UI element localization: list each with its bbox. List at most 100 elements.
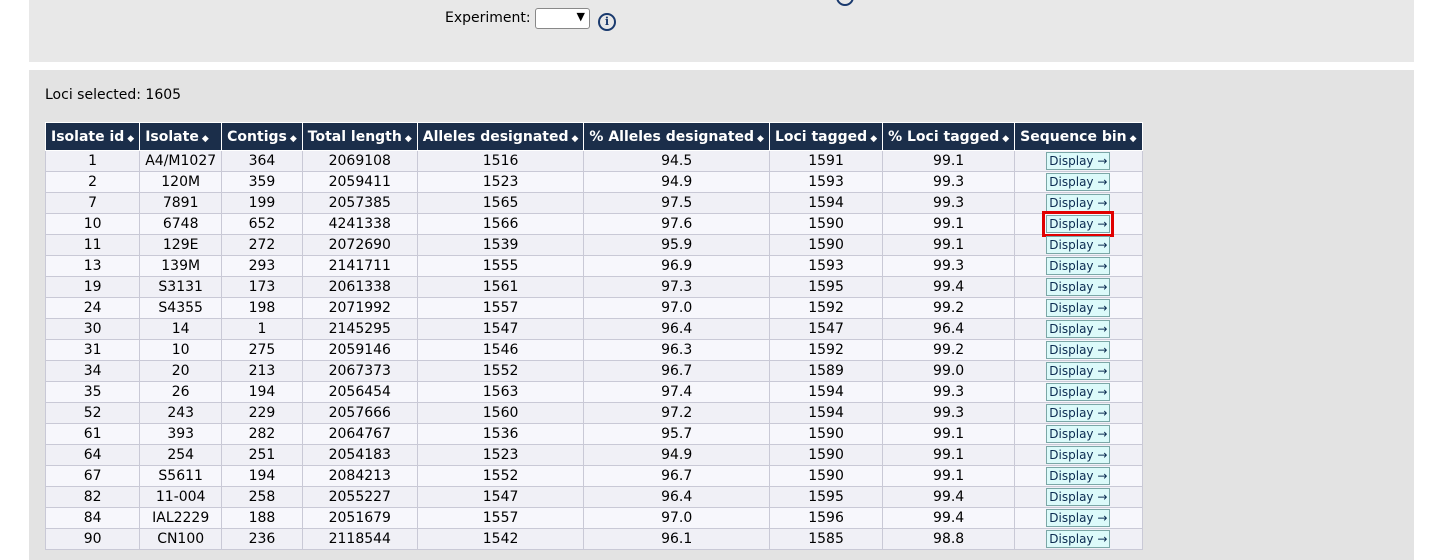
column-header-contigs[interactable]: Contigs ◆ [221, 122, 303, 151]
table-cell: 2054183 [301, 444, 418, 466]
experiment-select[interactable]: ▼ [535, 8, 590, 29]
column-header-label: Alleles designated [422, 128, 569, 145]
sort-icon[interactable]: ◆ [405, 134, 412, 144]
display-button[interactable]: Display → [1046, 467, 1111, 485]
table-cell: 1536 [416, 423, 585, 445]
sort-icon[interactable]: ◆ [290, 134, 297, 144]
display-button[interactable]: Display → [1046, 488, 1111, 506]
table-cell: 2118544 [301, 528, 418, 550]
table-cell: 194 [221, 465, 303, 487]
display-button[interactable]: Display → [1046, 530, 1111, 548]
table-cell: 35 [44, 381, 141, 403]
table-cell: 1590 [768, 234, 884, 256]
table-cell: 26 [139, 381, 223, 403]
sequence-bin-cell: Display → [1014, 276, 1143, 298]
experiment-label: Experiment: [445, 10, 531, 26]
table-cell: 1516 [416, 150, 585, 172]
sort-icon[interactable]: ◆ [127, 134, 134, 144]
table-cell: 1594 [768, 402, 884, 424]
table-cell: 97.6 [583, 213, 770, 235]
display-button[interactable]: Display → [1046, 236, 1111, 254]
table-row: 2 120M 359 2059411 1523 94.9 1593 99.3 Display → [44, 171, 1143, 193]
table-cell: 2141711 [301, 255, 418, 277]
display-button[interactable]: Display → [1046, 383, 1111, 401]
sort-icon[interactable]: ◆ [1130, 134, 1137, 144]
table-cell: 1557 [416, 297, 585, 319]
sort-icon[interactable]: ◆ [202, 134, 209, 144]
display-button[interactable]: Display → [1046, 446, 1111, 464]
display-button[interactable]: Display → [1042, 211, 1115, 237]
table-cell: 99.3 [882, 171, 1016, 193]
sequence-bin-cell: Display → [1014, 486, 1143, 508]
table-cell: 97.3 [583, 276, 770, 298]
display-button[interactable]: Display → [1046, 278, 1111, 296]
sequence-bin-cell: Display → [1014, 192, 1143, 214]
display-button[interactable]: Display → [1046, 152, 1111, 170]
table-cell: 2071992 [301, 297, 418, 319]
column-header-total-length[interactable]: Total length ◆ [301, 122, 418, 151]
table-cell: 1594 [768, 381, 884, 403]
sort-icon[interactable]: ◆ [870, 134, 877, 144]
display-button[interactable]: Display → [1046, 257, 1111, 275]
table-cell: S3131 [139, 276, 223, 298]
sort-icon[interactable]: ◆ [572, 134, 579, 144]
table-cell: 1561 [416, 276, 585, 298]
display-button[interactable]: Display → [1046, 194, 1111, 212]
table-cell: 213 [221, 360, 303, 382]
table-cell: 4241338 [301, 213, 418, 235]
column-header-isolate-id[interactable]: Isolate id ◆ [44, 122, 141, 151]
sort-icon[interactable]: ◆ [1002, 134, 1009, 144]
table-cell: 99.2 [882, 297, 1016, 319]
table-cell: 96.4 [583, 318, 770, 340]
display-button[interactable]: Display → [1046, 173, 1111, 191]
table-cell: 96.4 [583, 486, 770, 508]
display-button[interactable]: Display → [1046, 341, 1111, 359]
table-cell: 7891 [139, 192, 223, 214]
column-header-loci-tagged[interactable]: % Loci tagged ◆ [882, 122, 1016, 151]
display-button[interactable]: Display → [1046, 509, 1111, 527]
table-row: 19 S3131 173 2061338 1561 97.3 1595 99.4 Display… [44, 276, 1143, 298]
table-cell: 359 [221, 171, 303, 193]
table-cell: 95.9 [583, 234, 770, 256]
column-header-loci-tagged[interactable]: Loci tagged ◆ [768, 122, 884, 151]
table-cell: 1595 [768, 486, 884, 508]
table-cell: 96.3 [583, 339, 770, 361]
table-row: 64 254 251 2054183 1523 94.9 1590 99.1 Display → [44, 444, 1143, 466]
table-cell: 82 [44, 486, 141, 508]
table-cell: 1547 [416, 318, 585, 340]
table-row: 1 A4/M1027 364 2069108 1516 94.5 1591 99.1 Displ… [44, 150, 1143, 172]
table-cell: CN100 [139, 528, 223, 550]
sequence-bin-cell: Display → [1014, 465, 1143, 487]
table-cell: 97.5 [583, 192, 770, 214]
table-cell: 99.3 [882, 192, 1016, 214]
display-button[interactable]: Display → [1046, 299, 1111, 317]
info-icon-top[interactable] [836, 0, 854, 6]
table-cell: 67 [44, 465, 141, 487]
table-row: 7 7891 199 2057385 1565 97.5 1594 99.3 Display → [44, 192, 1143, 214]
table-cell: 139M [139, 255, 223, 277]
table-row: 84 IAL2229 188 2051679 1557 97.0 1596 99.4 Displ… [44, 507, 1143, 529]
column-header-isolate[interactable]: Isolate ◆ [139, 122, 223, 151]
display-button[interactable]: Display → [1046, 404, 1111, 422]
column-header-sequence-bin[interactable]: Sequence bin ◆ [1014, 122, 1143, 151]
table-cell: 2145295 [301, 318, 418, 340]
table-cell: 13 [44, 255, 141, 277]
table-cell: 2069108 [301, 150, 418, 172]
table-cell: 236 [221, 528, 303, 550]
column-header-alleles-designated[interactable]: % Alleles designated ◆ [583, 122, 770, 151]
filter-panel [29, 0, 1414, 62]
info-icon[interactable]: i [598, 13, 616, 31]
table-row: 30 14 1 2145295 1547 96.4 1547 96.4 Display → [44, 318, 1143, 340]
table-cell: 96.1 [583, 528, 770, 550]
display-button[interactable]: Display → [1046, 425, 1111, 443]
display-button[interactable]: Display → [1046, 362, 1111, 380]
table-cell: 84 [44, 507, 141, 529]
table-cell: 2072690 [301, 234, 418, 256]
table-cell: 652 [221, 213, 303, 235]
table-cell: 188 [221, 507, 303, 529]
table-cell: 1552 [416, 465, 585, 487]
table-cell: 1552 [416, 360, 585, 382]
sort-icon[interactable]: ◆ [757, 134, 764, 144]
display-button[interactable]: Display → [1046, 320, 1111, 338]
column-header-alleles-designated[interactable]: Alleles designated ◆ [416, 122, 585, 151]
